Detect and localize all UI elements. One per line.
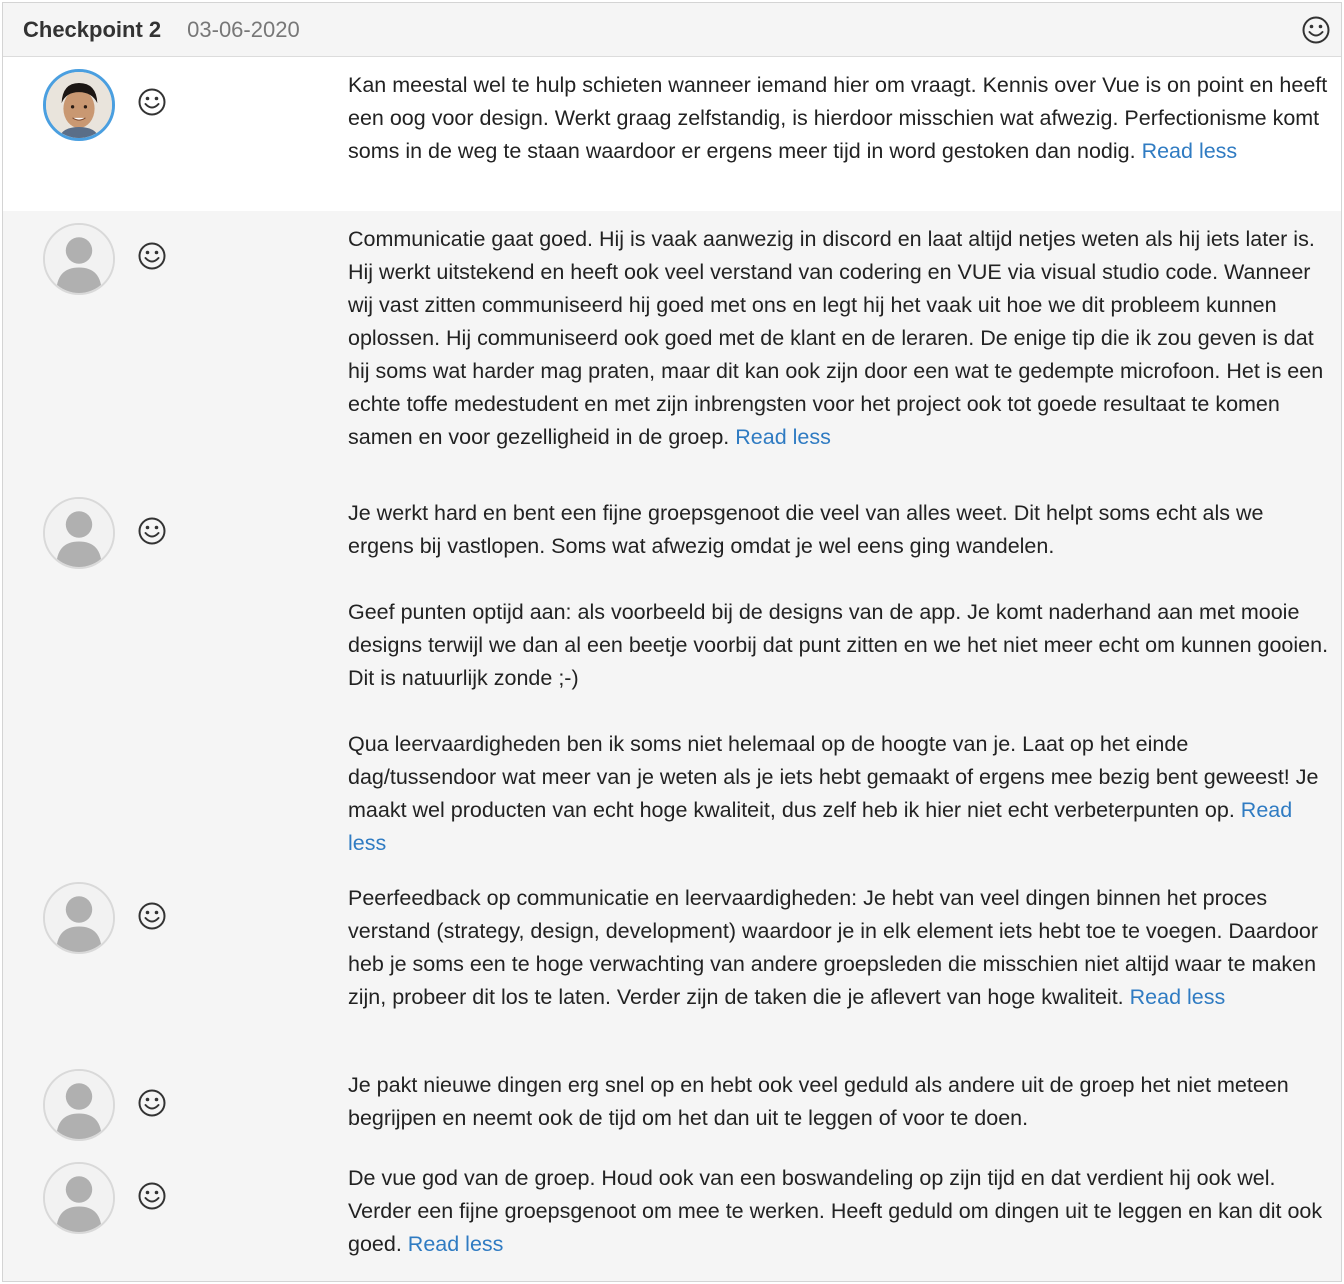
smiley-icon: [137, 1088, 167, 1118]
avatar: [43, 69, 115, 141]
avatar: [43, 223, 115, 295]
smiley-icon: [137, 516, 167, 546]
smiley-icon: [137, 901, 167, 931]
avatar: [43, 882, 115, 954]
feedback-text: Peerfeedback op communicatie en leervaar…: [348, 882, 1333, 1014]
checkpoint-title: Checkpoint 2: [23, 16, 162, 42]
checkpoint-date: 03-06-2020: [187, 16, 300, 42]
feedback-entry: Communicatie gaat goed. Hij is vaak aanw…: [3, 211, 1341, 497]
read-less-link[interactable]: Read less: [735, 425, 831, 449]
read-less-link[interactable]: Read less: [408, 1232, 504, 1256]
feedback-entry: Je pakt nieuwe dingen erg snel op en heb…: [3, 1069, 1341, 1162]
feedback-paragraph: Geef punten optijd aan: als voorbeeld bi…: [348, 600, 1329, 690]
feedback-paragraph: Communicatie gaat goed. Hij is vaak aanw…: [348, 227, 1324, 449]
feedback-text: Je werkt hard en bent een fijne groepsge…: [348, 497, 1333, 860]
avatar: [43, 1069, 115, 1141]
feedback-panel: Checkpoint 2 03-06-2020 Kan meestal wel …: [2, 2, 1342, 1282]
feedback-entry: De vue god van de groep. Houd ook van ee…: [3, 1162, 1341, 1281]
feedback-entry: Kan meestal wel te hulp schieten wanneer…: [3, 57, 1341, 211]
smiley-icon: [137, 1181, 167, 1211]
smiley-icon: [1301, 15, 1331, 45]
feedback-text: Je pakt nieuwe dingen erg snel op en heb…: [348, 1069, 1333, 1135]
checkpoint-header: Checkpoint 2 03-06-2020: [3, 3, 1341, 57]
avatar: [43, 497, 115, 569]
feedback-paragraph: Qua leervaardigheden ben ik soms niet he…: [348, 732, 1319, 822]
avatar: [43, 1162, 115, 1234]
feedback-entry: Je werkt hard en bent een fijne groepsge…: [3, 497, 1341, 882]
smiley-icon: [137, 241, 167, 271]
feedback-text: De vue god van de groep. Houd ook van ee…: [348, 1162, 1333, 1261]
feedback-entry: Peerfeedback op communicatie en leervaar…: [3, 882, 1341, 1069]
read-less-link[interactable]: Read less: [1142, 139, 1238, 163]
feedback-text: Communicatie gaat goed. Hij is vaak aanw…: [348, 211, 1333, 454]
smiley-icon: [137, 87, 167, 117]
feedback-text: Kan meestal wel te hulp schieten wanneer…: [348, 57, 1333, 168]
read-less-link[interactable]: Read less: [1130, 985, 1226, 1009]
feedback-paragraph: Je pakt nieuwe dingen erg snel op en heb…: [348, 1073, 1289, 1130]
feedback-paragraph: Je werkt hard en bent een fijne groepsge…: [348, 501, 1264, 558]
